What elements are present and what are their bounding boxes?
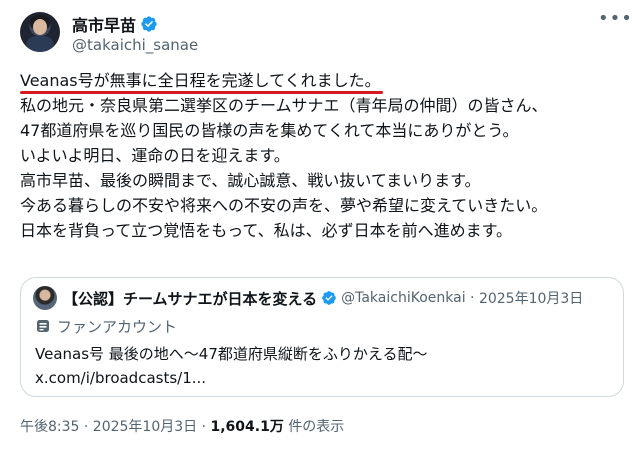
post-line: 私の地元・奈良県第二選挙区のチームサナエ（青年局の仲間）の皆さん、 xyxy=(20,96,548,115)
author-name-row: 高市早苗 xyxy=(72,12,158,36)
quoted-author-name[interactable]: 【公認】チームサナエが日本を変える xyxy=(63,288,317,309)
post-card: 高市早苗 @takaichi_sanae ••• Veanas号が無事に全日程を… xyxy=(0,0,640,454)
fan-account-badge-icon xyxy=(37,320,49,332)
post-line: 日本を背負って立つ覚悟をもって、私は、必ず日本を前へ進めます。 xyxy=(20,221,513,240)
quoted-post-header: 【公認】チームサナエが日本を変える @TakaichiKoenkai · 202… xyxy=(33,286,613,310)
post-timestamp[interactable]: 午後8:35 · 2025年10月3日 · xyxy=(20,419,211,435)
post-line: 高市早苗、最後の瞬間まで、誠心誠意、戦い抜いてまいります。 xyxy=(20,171,481,190)
verified-badge-icon xyxy=(141,16,157,32)
post-line-text: Veanas号が無事に全日程を完遂してくれました。 xyxy=(20,71,381,90)
quoted-author-avatar[interactable] xyxy=(33,286,57,310)
quoted-link[interactable]: x.com/i/broadcasts/1... xyxy=(35,366,611,390)
post-footer: 午後8:35 · 2025年10月3日 · 1,604.1万 件の表示 xyxy=(20,416,344,436)
verified-badge-icon xyxy=(322,291,336,305)
avatar-face xyxy=(33,19,47,35)
fan-account-label: ファンアカウント xyxy=(57,317,178,336)
author-handle[interactable]: @takaichi_sanae xyxy=(72,36,198,54)
post-line: Veanas号が無事に全日程を完遂してくれました。 xyxy=(20,68,624,94)
post-line: 今ある暮らしの不安や将来への不安の声を、夢や希望に変えていきたい。 xyxy=(20,196,548,215)
post-line-highlighted: Veanas号が無事に全日程を完遂してくれました。 xyxy=(20,68,383,94)
avatar-body xyxy=(26,36,54,52)
post-line: 47都道府県を巡り国民の皆様の声を集めてくれて本当にありがとう。 xyxy=(20,121,519,140)
quoted-date[interactable]: 2025年10月3日 xyxy=(479,288,583,308)
quoted-text-line: Veanas号 最後の地へ〜47都道府県縦断をふりかえる配〜 xyxy=(35,345,428,363)
post-line: いよいよ明日、運命の日を迎えます。 xyxy=(20,146,290,165)
post-header: 高市早苗 @takaichi_sanae ••• xyxy=(20,10,632,56)
quoted-separator: · xyxy=(465,290,479,306)
views-label: 件の表示 xyxy=(283,419,345,435)
more-options-icon[interactable]: ••• xyxy=(598,10,632,34)
views-count: 1,604.1万 xyxy=(210,419,284,435)
quoted-post[interactable]: 【公認】チームサナエが日本を変える @TakaichiKoenkai · 202… xyxy=(20,277,624,397)
quoted-post-text: Veanas号 最後の地へ〜47都道府県縦断をふりかえる配〜 x.com/i/b… xyxy=(35,342,611,390)
quoted-author-handle[interactable]: @TakaichiKoenkai xyxy=(341,290,465,306)
author-name[interactable]: 高市早苗 xyxy=(72,12,136,36)
red-underline xyxy=(20,91,383,94)
fan-account-label-row: ファンアカウント xyxy=(35,316,177,336)
post-text: Veanas号が無事に全日程を完遂してくれました。 私の地元・奈良県第二選挙区の… xyxy=(20,68,624,243)
author-avatar[interactable] xyxy=(20,12,60,52)
